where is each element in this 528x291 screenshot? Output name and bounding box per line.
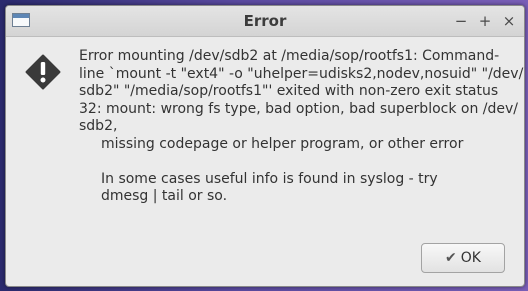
check-icon: ✔ — [445, 250, 457, 266]
warning-icon — [25, 54, 61, 90]
message-line: sdb2" "/media/sop/rootfs1"' exited with … — [79, 83, 499, 99]
window-title: Error — [243, 12, 287, 30]
message-line: In some cases useful info is found in sy… — [101, 170, 438, 187]
ok-button[interactable]: ✔ OK — [421, 243, 505, 273]
message-line: Error mounting /dev/sdb2 at /media/sop/r… — [79, 48, 500, 64]
maximize-icon[interactable]: + — [476, 12, 494, 30]
message-line: sdb2, — [79, 118, 118, 134]
error-dialog-window: Error − + × Error mounting /dev/sdb2 at … — [5, 5, 525, 287]
message-line: 32: mount: wrong fs type, bad option, ba… — [79, 100, 519, 117]
error-message: Error mounting /dev/sdb2 at /media/sop/r… — [79, 48, 524, 206]
title-bar[interactable]: Error − + × — [6, 6, 524, 37]
message-line: missing codepage or helper program, or o… — [101, 135, 464, 152]
close-icon[interactable]: × — [500, 12, 518, 30]
ok-button-label: OK — [460, 250, 481, 266]
message-line: line `mount -t "ext4" -o "uhelper=udisks… — [79, 65, 524, 82]
minimize-icon[interactable]: − — [452, 12, 470, 30]
message-line: dmesg | tail or so. — [101, 188, 228, 204]
